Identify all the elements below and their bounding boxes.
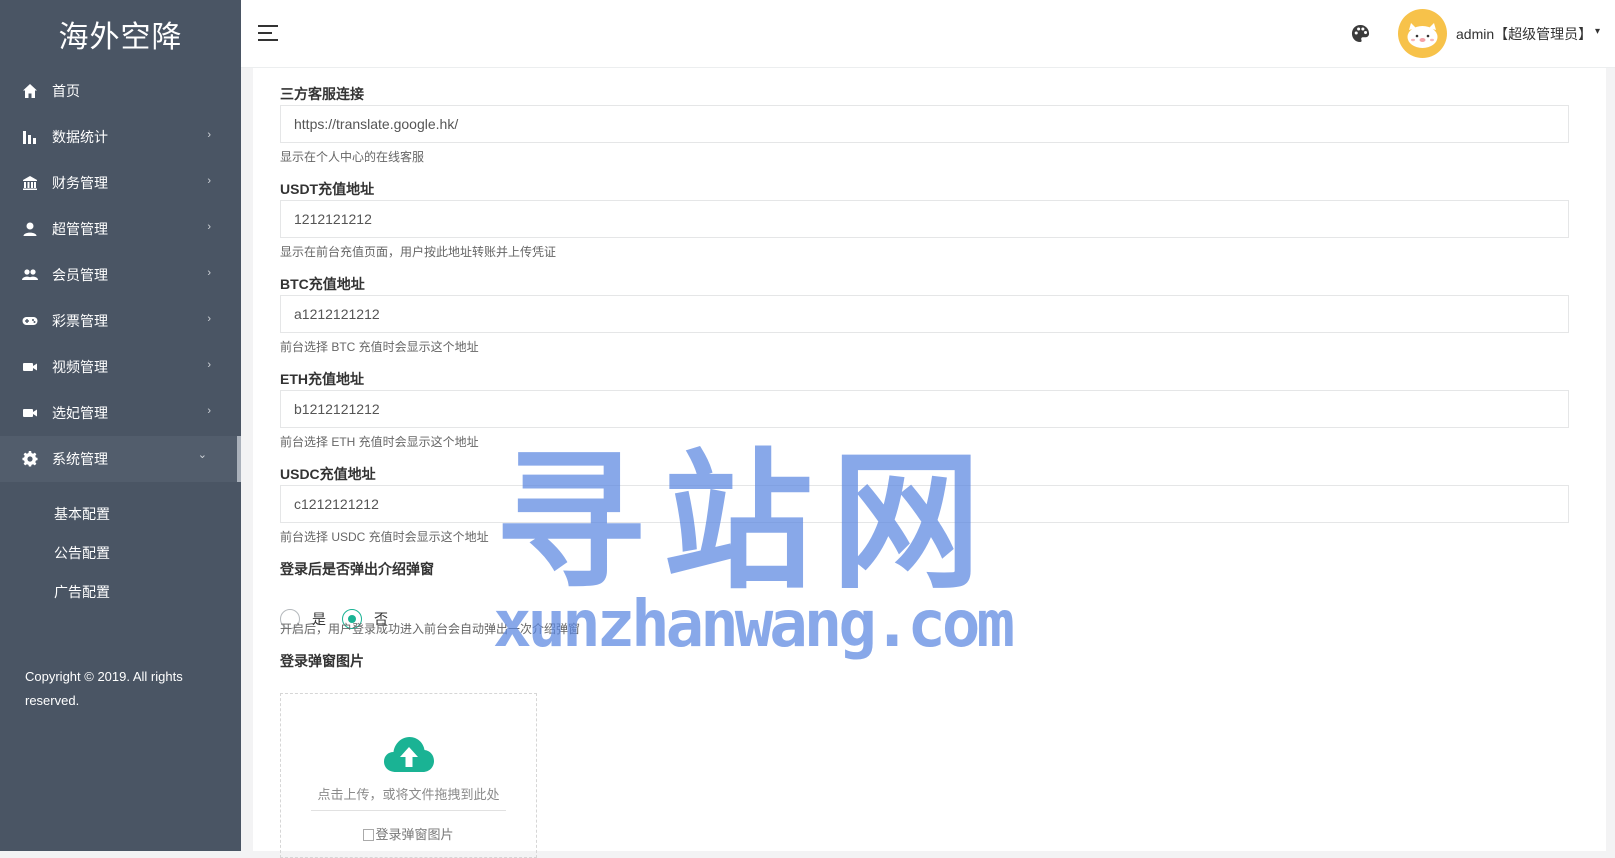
- chevron-right-icon: ›: [207, 313, 211, 325]
- bank-icon: [22, 175, 38, 191]
- chevron-right-icon: ›: [207, 221, 211, 233]
- chevron-right-icon: ›: [207, 405, 211, 417]
- field-label-eth: ETH充值地址: [280, 371, 364, 387]
- divider: [311, 810, 506, 811]
- sidebar-item-label: 彩票管理: [52, 313, 108, 329]
- chevron-right-icon: ›: [207, 267, 211, 279]
- field-label-usdc: USDC充值地址: [280, 466, 376, 482]
- cloud-upload-icon: [384, 737, 434, 772]
- sidebar-item-lottery[interactable]: 彩票管理 ›: [0, 298, 241, 344]
- home-icon: [22, 83, 38, 99]
- usdt-address-input[interactable]: [280, 200, 1569, 238]
- help-text: 前台选择 ETH 充值时会显示这个地址: [280, 435, 479, 449]
- field-label-popup-image: 登录弹窗图片: [280, 653, 364, 669]
- sidebar-item-members[interactable]: 会员管理 ›: [0, 252, 241, 298]
- field-label-popup: 登录后是否弹出介绍弹窗: [280, 561, 434, 577]
- submenu-ad-config[interactable]: 广告配置: [0, 572, 241, 611]
- user-icon: [22, 221, 38, 237]
- chevron-right-icon: ›: [207, 129, 211, 141]
- app-logo[interactable]: 海外空降: [0, 0, 241, 68]
- system-submenu: 基本配置 公告配置 广告配置: [0, 482, 241, 611]
- help-text: 前台选择 USDC 充值时会显示这个地址: [280, 530, 489, 544]
- gear-icon: [22, 451, 38, 467]
- sidebar-item-statistics[interactable]: 数据统计 ›: [0, 114, 241, 160]
- broken-image-icon: [363, 829, 375, 841]
- field-label-btc: BTC充值地址: [280, 276, 365, 292]
- bar-chart-icon: [22, 129, 38, 145]
- sidebar-item-label: 会员管理: [52, 267, 108, 283]
- sidebar-item-label: 财务管理: [52, 175, 108, 191]
- sidebar-item-finance[interactable]: 财务管理 ›: [0, 160, 241, 206]
- submenu-notice-config[interactable]: 公告配置: [0, 533, 241, 572]
- btc-address-input[interactable]: [280, 295, 1569, 333]
- video-icon: [22, 359, 38, 375]
- field-label-usdt: USDT充值地址: [280, 181, 375, 197]
- avatar[interactable]: [1398, 9, 1447, 58]
- sidebar-item-home[interactable]: 首页: [0, 68, 241, 114]
- sidebar-item-label: 系统管理: [52, 451, 108, 467]
- chevron-down-icon: ⌄: [197, 449, 207, 461]
- top-bar: admin【超级管理员】 ▾: [241, 0, 1615, 68]
- sidebar-item-label: 视频管理: [52, 359, 108, 375]
- caret-down-icon[interactable]: ▾: [1595, 26, 1600, 37]
- sidebar-item-label: 首页: [52, 83, 80, 99]
- service-link-input[interactable]: [280, 105, 1569, 143]
- scrollbar[interactable]: [1606, 68, 1615, 851]
- video-icon: [22, 405, 38, 421]
- sidebar-item-concubine[interactable]: 选妃管理 ›: [0, 390, 241, 436]
- sidebar: 海外空降 首页 数据统计 › 财务管理 › 超管管理 › 会员管理 › 彩票管理…: [0, 0, 241, 851]
- sidebar-item-system[interactable]: 系统管理 ⌄: [0, 436, 241, 482]
- eth-address-input[interactable]: [280, 390, 1569, 428]
- users-icon: [22, 267, 38, 283]
- chevron-right-icon: ›: [207, 359, 211, 371]
- user-menu[interactable]: admin【超级管理员】: [1456, 24, 1592, 44]
- usdc-address-input[interactable]: [280, 485, 1569, 523]
- help-text: 开启后，用户登录成功进入前台会自动弹出一次介绍弹窗: [280, 622, 581, 636]
- help-text: 显示在前台充值页面，用户按此地址转账并上传凭证: [280, 245, 557, 259]
- settings-form: 三方客服连接 显示在个人中心的在线客服 USDT充值地址 显示在前台充值页面，用…: [253, 68, 1606, 858]
- sidebar-item-label: 数据统计: [52, 129, 108, 145]
- menu-icon[interactable]: [258, 25, 278, 41]
- image-preview: 登录弹窗图片: [281, 824, 536, 843]
- upload-hint: 点击上传，或将文件拖拽到此处: [317, 787, 500, 802]
- chevron-right-icon: ›: [207, 175, 211, 187]
- field-label-service-link: 三方客服连接: [280, 86, 364, 102]
- sidebar-item-label: 超管管理: [52, 221, 108, 237]
- image-upload-dropzone[interactable]: 点击上传，或将文件拖拽到此处 登录弹窗图片: [280, 693, 537, 858]
- copyright: Copyright © 2019. All rights reserved.: [25, 669, 183, 708]
- palette-icon[interactable]: [1351, 24, 1370, 43]
- help-text: 显示在个人中心的在线客服: [280, 150, 425, 164]
- image-alt-text: 登录弹窗图片: [375, 827, 454, 842]
- gamepad-icon: [22, 313, 38, 329]
- submenu-basic-config[interactable]: 基本配置: [0, 494, 241, 533]
- sidebar-item-videos[interactable]: 视频管理 ›: [0, 344, 241, 390]
- sidebar-item-label: 选妃管理: [52, 405, 108, 421]
- sidebar-item-admins[interactable]: 超管管理 ›: [0, 206, 241, 252]
- help-text: 前台选择 BTC 充值时会显示这个地址: [280, 340, 479, 354]
